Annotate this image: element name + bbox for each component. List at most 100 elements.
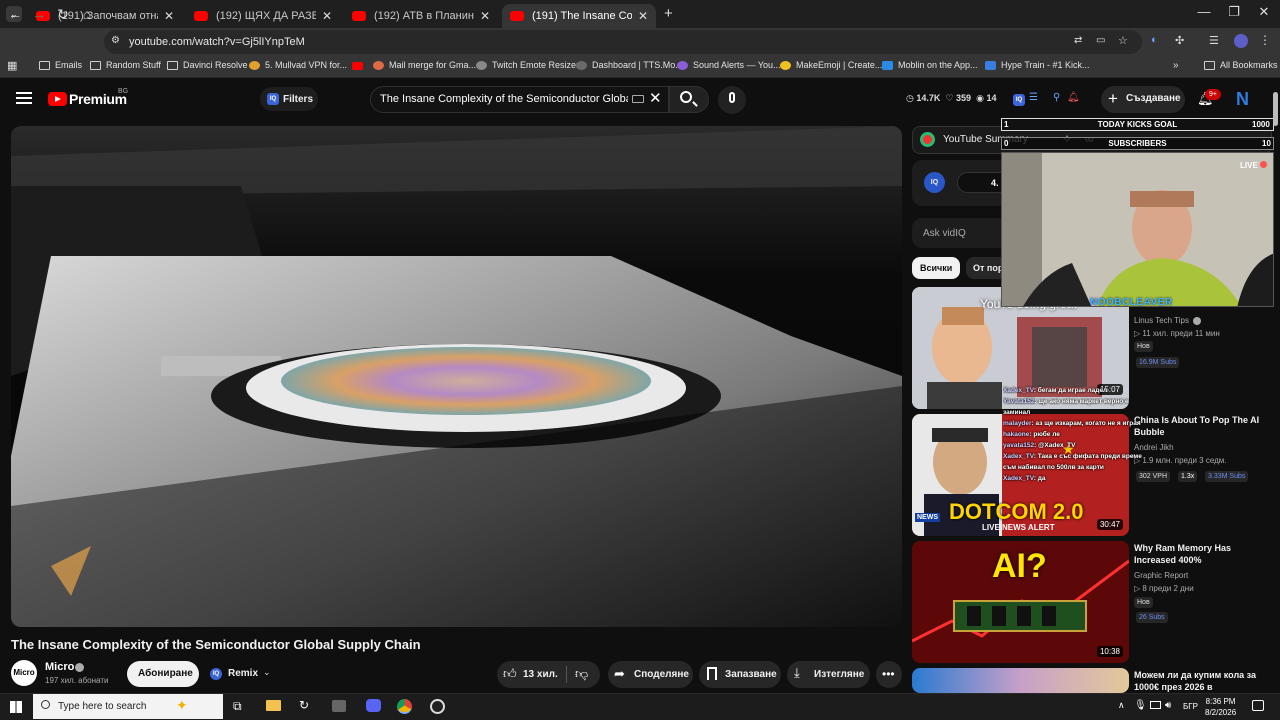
account-avatar[interactable]: N xyxy=(1236,89,1249,110)
search-highlight-icon: ✦ xyxy=(176,697,188,713)
forward-icon[interactable]: → xyxy=(29,6,49,22)
browser-tab-4-active[interactable]: (191) The Insane Complexity of✕ xyxy=(502,4,656,28)
vidiq-trend-icon[interactable]: ⚲ xyxy=(1053,92,1060,103)
browser-tab-1[interactable]: (191) Започвам отначало... - Y✕ xyxy=(28,4,182,28)
bookmark-tts-dashboard[interactable]: Dashboard | TTS.Mo... xyxy=(576,60,683,70)
app-icon[interactable]: ↻ xyxy=(299,698,309,712)
network-icon[interactable] xyxy=(1150,701,1161,709)
apps-grid-icon[interactable]: ▦ xyxy=(7,59,17,72)
rec-channel-name[interactable]: Graphic Report xyxy=(1134,571,1188,580)
task-view-icon[interactable]: ⧉ xyxy=(233,699,242,714)
rec-video-title[interactable]: Why Ram Memory Has Increased 400% xyxy=(1134,542,1264,566)
back-icon[interactable]: ← xyxy=(5,6,25,22)
menu-hamburger-icon[interactable] xyxy=(16,92,32,104)
notification-count-badge: 9+ xyxy=(1205,89,1221,100)
keyboard-icon[interactable] xyxy=(632,95,644,103)
volume-icon[interactable]: 🔊︎ xyxy=(1165,700,1171,711)
close-tab-icon[interactable]: ✕ xyxy=(638,9,648,23)
shield-icon xyxy=(985,60,996,70)
like-count: 13 хил. xyxy=(523,669,558,680)
install-app-icon[interactable]: ▭ xyxy=(1096,35,1105,46)
new-tab-icon[interactable]: + xyxy=(664,5,673,22)
bookmark-twitch-emote[interactable]: Twitch Emote Resizer xyxy=(476,60,579,70)
clear-search-icon[interactable]: ✕ xyxy=(649,89,662,107)
bookmark-folder-random-stuff[interactable]: Random Stuff xyxy=(90,60,161,70)
minimize-icon[interactable]: — xyxy=(1189,4,1219,19)
reload-icon[interactable]: ↻ xyxy=(53,6,73,23)
bookmark-moblin[interactable]: Moblin on the App... xyxy=(882,60,978,70)
recommended-thumbnail-4[interactable] xyxy=(912,668,1129,693)
site-info-icon[interactable]: ⚙ xyxy=(111,35,120,46)
taskbar-clock[interactable]: 8:36 PM 8/2/2026 xyxy=(1205,696,1236,718)
bookmark-sound-alerts[interactable]: Sound Alerts — You... xyxy=(677,60,781,70)
all-bookmarks-folder[interactable]: All Bookmarks xyxy=(1204,60,1278,70)
eye-icon: ◉ xyxy=(976,93,984,103)
ask-vidiq-placeholder: Ask vidIQ xyxy=(923,228,966,239)
vidiq-toolbar-icon[interactable]: IQ xyxy=(1013,94,1025,106)
browser-tab-3[interactable]: (192) АТВ в Планината | Разхо✕ xyxy=(344,4,498,28)
rec-video-title[interactable]: Можем ли да купим кола за 1000€ през 202… xyxy=(1134,669,1264,693)
browser-tab-2[interactable]: (192) ЩЯХ ДА РАЗБИЯ МЕРЦЕ✕ xyxy=(186,4,340,28)
chat-message: Xadex_TV: да xyxy=(1003,475,1046,482)
tray-chevron-icon[interactable]: ∧ xyxy=(1118,700,1125,711)
discord-icon[interactable] xyxy=(366,699,381,712)
bookmark-star-icon[interactable]: ☆ xyxy=(1118,34,1128,47)
recommended-thumbnail-3[interactable]: AI? 10:38 xyxy=(912,541,1129,663)
obs-icon[interactable] xyxy=(430,699,445,714)
restore-icon[interactable]: ❐ xyxy=(1219,4,1249,20)
youtube-favicon-icon xyxy=(352,11,366,21)
bookmark-makeemoji[interactable]: MakeEmoji | Create... xyxy=(780,60,882,70)
notifications-center-icon[interactable] xyxy=(1252,700,1264,711)
thumbs-down-icon: 👎︎ xyxy=(575,666,589,681)
search-query-text[interactable]: The Insane Complexity of the Semiconduct… xyxy=(380,93,628,105)
youtube-bookmark-icon[interactable] xyxy=(352,62,363,70)
microphone-tray-icon[interactable]: 🎙︎ xyxy=(1134,700,1147,711)
app-icon-2[interactable] xyxy=(332,700,346,712)
filters-label: Filters xyxy=(283,94,314,105)
rec-channel-name[interactable]: Linus Tech Tips xyxy=(1134,316,1189,325)
share-arrow-icon: ➦ xyxy=(614,666,625,681)
windows-start-icon[interactable] xyxy=(10,701,22,713)
subs-badge: 26 Subs xyxy=(1136,612,1168,623)
input-language[interactable]: БГР xyxy=(1183,702,1198,711)
chat-message: malayder: аз ще изкарам, когато не я игр… xyxy=(1003,420,1141,427)
bookmark-mullvad[interactable]: 5. Mullvad VPN for... xyxy=(249,60,347,70)
file-explorer-icon[interactable] xyxy=(266,700,281,711)
close-tab-icon[interactable]: ✕ xyxy=(322,9,332,23)
channel-avatar[interactable]: Micro xyxy=(11,660,37,686)
bookmark-folder-davinci[interactable]: Davinci Resolve xyxy=(167,60,248,70)
vidiq-alert-icon[interactable]: 🔔︎ xyxy=(1067,92,1080,103)
bookmark-folder-emails[interactable]: Emails xyxy=(39,60,82,70)
bookmark-mail-merge[interactable]: Mail merge for Gma... xyxy=(373,60,476,70)
extension-icon[interactable]: ◐ xyxy=(1151,34,1158,46)
like-icon: ♡ xyxy=(945,93,954,103)
close-tab-icon[interactable]: ✕ xyxy=(164,9,174,23)
more-bookmarks-icon[interactable]: » xyxy=(1173,60,1179,71)
browser-menu-icon[interactable]: ⋮ xyxy=(1259,33,1271,47)
youtube-logo-icon[interactable] xyxy=(48,92,67,106)
translate-icon[interactable]: ⇄ xyxy=(1074,35,1082,46)
vidiq-list-icon[interactable]: ☰ xyxy=(1029,92,1038,103)
close-window-icon[interactable]: ✕ xyxy=(1249,4,1279,20)
profile-avatar[interactable] xyxy=(1234,34,1248,48)
rec-video-title[interactable]: China Is About To Pop The AI Bubble xyxy=(1134,414,1264,438)
channel-subscriber-count: 197 хил. абонати xyxy=(45,676,109,685)
download-icon: ⤓ xyxy=(794,665,800,680)
channel-name[interactable]: Micro xyxy=(45,661,74,673)
vidiq-logo-icon: IQ xyxy=(924,172,945,193)
url-text[interactable]: youtube.com/watch?v=Gj5lIYnpTeM xyxy=(129,36,305,48)
video-player[interactable] xyxy=(11,126,902,627)
reading-list-icon[interactable]: ☰ xyxy=(1209,34,1219,47)
bookmark-hype-train[interactable]: Hype Train - #1 Kick... xyxy=(985,60,1090,70)
extensions-puzzle-icon[interactable]: ✣ xyxy=(1175,34,1184,47)
new-badge: Нов xyxy=(1134,597,1153,608)
close-tab-icon[interactable]: ✕ xyxy=(480,9,490,23)
chat-message: Xadex_TV: Така е със фифата преди време … xyxy=(1003,453,1142,471)
chrome-icon[interactable] xyxy=(397,699,412,714)
home-icon[interactable]: ⌂ xyxy=(77,6,97,22)
remix-dropdown-icon[interactable]: ⌄ xyxy=(263,667,271,678)
vidiq-score-value: 4. xyxy=(991,178,999,188)
page-scrollbar[interactable] xyxy=(1273,92,1278,126)
folder-icon xyxy=(1204,60,1215,70)
rec-meta: ▷ 8 преди 2 дни xyxy=(1134,584,1194,593)
